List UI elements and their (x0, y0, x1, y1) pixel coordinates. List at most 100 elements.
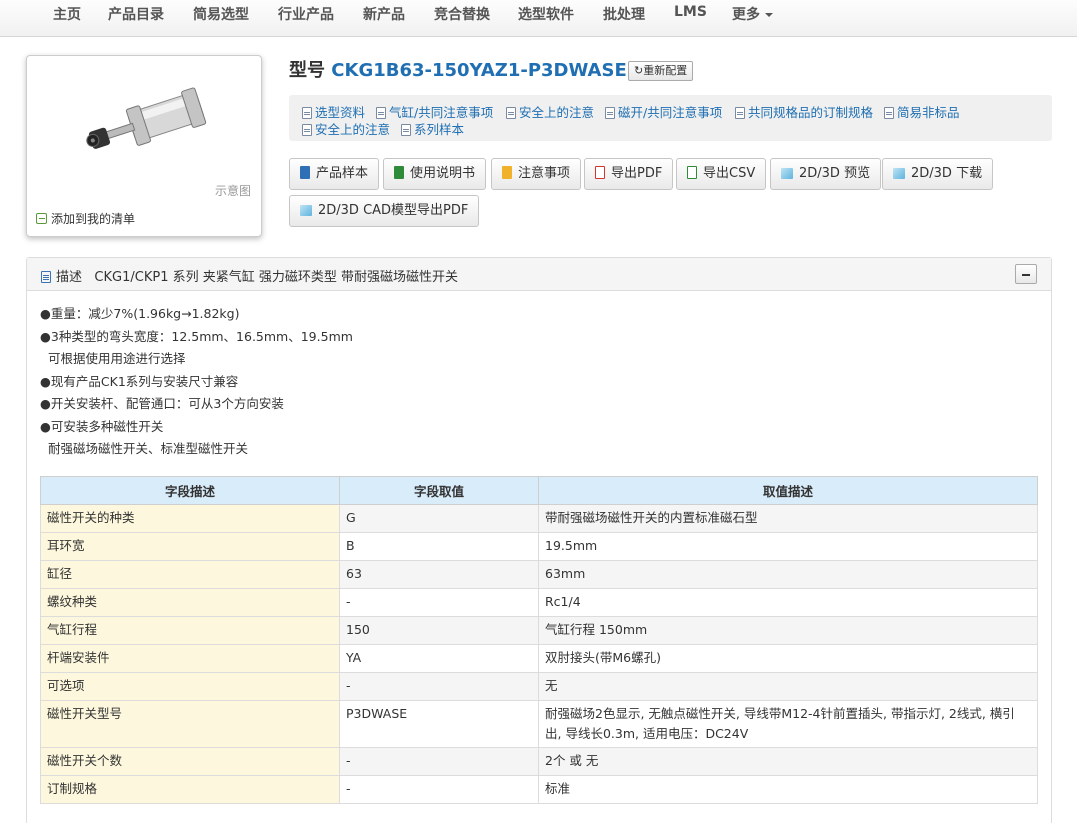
page-title: 型号 CKG1B63-150YAZ1-P3DWASE (289, 56, 627, 82)
document-icon (735, 107, 745, 119)
cube-icon (300, 205, 312, 216)
feature-list: ●重量：减少7%(1.96kg→1.82kg) ●3种类型的弯头宽度：12.5m… (40, 303, 353, 461)
table-cell: - (339, 588, 539, 617)
button-label: 注意事项 (518, 166, 571, 181)
reset-config-button[interactable]: ↻重新配置 (628, 61, 694, 81)
feature-item: 可根据使用用途进行选择 (40, 351, 186, 366)
cube-icon (893, 168, 905, 179)
nav-product-catalog[interactable]: 产品目录 (108, 4, 164, 24)
doc-link-label: 安全上的注意 (315, 122, 391, 137)
cube-icon (781, 168, 793, 179)
header-field-value: 字段取值 (339, 476, 539, 505)
table-cell: 订制规格 (40, 775, 340, 804)
doc-link-simple-nonstandard[interactable]: 简易非标品 (884, 102, 960, 121)
table-cell: 可选项 (40, 672, 340, 701)
document-icon (506, 107, 516, 119)
add-to-list-link[interactable]: 添加到我的清单 (36, 210, 135, 227)
description-title: 描述 CKG1/CKP1 系列 夹紧气缸 强力磁环类型 带耐强磁场磁性开关 (41, 266, 458, 285)
nav-competitor-replace[interactable]: 竞合替换 (434, 4, 490, 24)
image-caption: 示意图 (214, 184, 251, 198)
add-list-icon (36, 213, 47, 224)
button-label: 2D/3D 预览 (799, 166, 871, 181)
table-cell: 2个 或 无 (538, 747, 1038, 776)
feature-item: ●现有产品CK1系列与安装尺寸兼容 (40, 373, 239, 389)
table-row: 螺纹种类 - Rc1/4 (40, 588, 1038, 617)
table-row: 耳环宽 B 19.5mm (40, 532, 1038, 561)
feature-item: ●开关安装杆、配管通口：可从3个方向安装 (40, 396, 284, 411)
doc-link-switch-precautions[interactable]: 磁开/共同注意事项 (605, 102, 722, 121)
doc-link-label: 简易非标品 (897, 105, 960, 120)
export-csv-button[interactable]: 导出CSV (676, 158, 767, 190)
export-pdf-button[interactable]: 导出PDF (584, 158, 674, 190)
download-2d3d-button[interactable]: 2D/3D 下载 (882, 158, 994, 190)
document-icon (401, 124, 411, 136)
nav-lms[interactable]: LMS (674, 4, 707, 20)
doc-link-safety[interactable]: 安全上的注意 (506, 102, 594, 121)
doc-link-label: 选型资料 (315, 105, 366, 120)
nav-more[interactable]: 更多 (732, 4, 773, 24)
document-icon (302, 124, 312, 136)
nav-easy-selection[interactable]: 简易选型 (193, 4, 249, 24)
collapse-button[interactable] (1015, 264, 1037, 284)
nav-home[interactable]: 主页 (53, 4, 81, 24)
doc-link-custom-specs[interactable]: 共同规格品的订制规格 (735, 102, 873, 121)
product-image (86, 87, 207, 149)
export-cad-pdf-button[interactable]: 2D/3D CAD模型导出PDF (289, 195, 480, 227)
table-header-row: 字段描述 字段取值 取值描述 (40, 476, 1038, 505)
nav-selection-software[interactable]: 选型软件 (518, 4, 574, 24)
doc-link-series-catalog[interactable]: 系列样本 (401, 119, 464, 138)
spec-table: 字段描述 字段取值 取值描述 磁性开关的种类 G 带耐强磁场磁性开关的内置标准磁石型… (40, 476, 1038, 804)
table-cell: 63 (339, 560, 539, 589)
table-row: 磁性开关个数 -2个 或 无 (40, 747, 1038, 776)
table-cell: B (339, 532, 539, 561)
feature-item: 耐强磁场磁性开关、标准型磁性开关 (40, 441, 248, 456)
table-cell: 无 (538, 672, 1038, 701)
table-cell: YA (339, 644, 539, 673)
doc-link-label: 磁开/共同注意事项 (618, 105, 723, 120)
nav-batch[interactable]: 批处理 (603, 4, 645, 24)
nav-new-products[interactable]: 新产品 (363, 4, 405, 24)
table-row: 可选项 - 无 (40, 672, 1038, 701)
catalog-button[interactable]: 产品样本 (289, 158, 380, 190)
doc-link-safety-2[interactable]: 安全上的注意 (302, 119, 390, 138)
warning-doc-icon (502, 166, 512, 179)
table-cell: 磁性开关型号 (40, 700, 340, 748)
feature-item: ●3种类型的弯头宽度：12.5mm、16.5mm、19.5mm (40, 328, 353, 344)
feature-item: ●可安装多种磁性开关 (40, 418, 164, 434)
document-icon (605, 107, 615, 119)
table-cell: 耳环宽 (40, 532, 340, 561)
header-value-desc: 取值描述 (538, 476, 1038, 505)
table-cell: 杆端安装件 (40, 644, 340, 673)
table-row: 磁性开关型号 P3DWASE 耐强磁场2色显示, 无触点磁性开关, 导线带M12-4… (40, 700, 1038, 748)
top-navigation: 主页 产品目录 简易选型 行业产品 新产品 竞合替换 选型软件 批处理 LMS … (0, 0, 1077, 37)
document-icon (376, 107, 386, 119)
table-cell: 气缸行程 (40, 616, 340, 645)
table-cell: G (339, 504, 539, 533)
precautions-button[interactable]: 注意事项 (491, 158, 582, 190)
table-cell: 63mm (538, 560, 1038, 589)
description-panel: 描述 CKG1/CKP1 系列 夹紧气缸 强力磁环类型 带耐强磁场磁性开关 ●重… (26, 257, 1052, 823)
table-row: 杆端安装件 YA 双肘接头(带M6螺孔) (40, 644, 1038, 673)
table-row: 订制规格 - 标准 (40, 775, 1038, 804)
manual-button[interactable]: 使用说明书 (383, 158, 487, 190)
doc-link-label: 共同规格品的订制规格 (748, 105, 874, 120)
table-cell: 磁性开关的种类 (40, 504, 340, 533)
doc-link-label: 安全上的注意 (519, 105, 595, 120)
table-cell: 19.5mm (538, 532, 1038, 561)
table-cell: 耐强磁场2色显示, 无触点磁性开关, 导线带M12-4针前置插头, 带指示灯, … (538, 700, 1038, 748)
table-cell: P3DWASE (339, 700, 539, 748)
preview-2d3d-button[interactable]: 2D/3D 预览 (770, 158, 882, 190)
table-row: 磁性开关的种类 G 带耐强磁场磁性开关的内置标准磁石型 (40, 504, 1038, 533)
doc-link-label: 气缸/共同注意事项 (389, 105, 494, 120)
refresh-icon: ↻ (634, 65, 644, 77)
nav-industry-products[interactable]: 行业产品 (278, 4, 334, 24)
description-label: 描述 (56, 270, 83, 285)
model-number: CKG1B63-150YAZ1-P3DWASE (331, 60, 627, 81)
add-to-list-label: 添加到我的清单 (51, 212, 136, 226)
document-links: 选型资料 气缸/共同注意事项 安全上的注意 磁开/共同注意事项 共同规格品的订制… (289, 95, 1052, 141)
description-header: 描述 CKG1/CKP1 系列 夹紧气缸 强力磁环类型 带耐强磁场磁性开关 (27, 258, 1051, 291)
table-cell: - (339, 747, 539, 776)
book-icon (300, 166, 310, 179)
csv-icon (687, 166, 697, 179)
table-cell: 标准 (538, 775, 1038, 804)
